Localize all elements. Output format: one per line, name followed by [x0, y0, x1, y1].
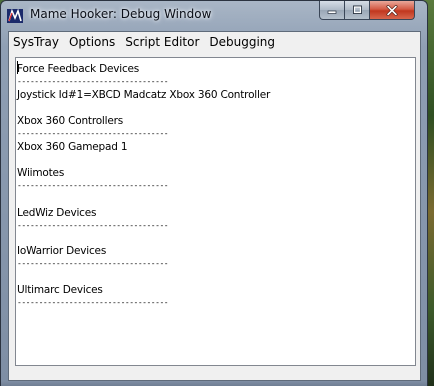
log-line-xbox-controllers: Xbox 360 Controllers — [17, 115, 124, 127]
window-title: Mame Hooker: Debug Window — [30, 7, 212, 21]
menu-bar: SysTray Options Script Editor Debugging — [9, 32, 420, 52]
maximize-button[interactable] — [345, 1, 370, 20]
debug-window: Mame Hooker: Debug Window SysTray Option… — [0, 0, 428, 386]
minimize-button[interactable] — [319, 1, 345, 20]
caption-buttons — [319, 1, 415, 21]
log-line-force-feedback: Force Feedback Devices — [17, 63, 140, 75]
window-bottom-frame — [1, 381, 427, 386]
mame-hooker-icon — [7, 8, 23, 23]
window-client-area: SysTray Options Script Editor Debugging … — [8, 31, 421, 381]
menu-debugging[interactable]: Debugging — [204, 32, 280, 52]
log-separator: ----------------------------------- — [17, 181, 169, 190]
log-line-wiimotes: Wiimotes — [17, 167, 65, 179]
maximize-icon — [352, 5, 362, 14]
log-separator: ----------------------------------- — [17, 77, 169, 86]
log-line-iowarrior: IoWarrior Devices — [17, 245, 107, 257]
log-separator: ----------------------------------- — [17, 259, 169, 268]
close-icon — [386, 4, 398, 16]
log-separator: ----------------------------------- — [17, 298, 169, 307]
log-separator: ----------------------------------- — [17, 129, 169, 138]
log-line-gamepad: Xbox 360 Gamepad 1 — [17, 141, 128, 153]
title-bar[interactable]: Mame Hooker: Debug Window — [1, 1, 427, 31]
debug-log-textarea[interactable]: Force Feedback Devices -----------------… — [15, 57, 416, 366]
menu-systray[interactable]: SysTray — [9, 32, 64, 52]
log-line-ultimarc: Ultimarc Devices — [17, 284, 103, 296]
menu-options[interactable]: Options — [64, 32, 120, 52]
close-button[interactable] — [370, 1, 415, 20]
minimize-icon — [327, 10, 337, 14]
log-line-joystick: Joystick Id#1=XBCD Madcatz Xbox 360 Cont… — [17, 89, 271, 101]
log-line-ledwiz: LedWiz Devices — [17, 207, 97, 219]
menu-script-editor[interactable]: Script Editor — [120, 32, 204, 52]
log-separator: ----------------------------------- — [17, 221, 169, 230]
